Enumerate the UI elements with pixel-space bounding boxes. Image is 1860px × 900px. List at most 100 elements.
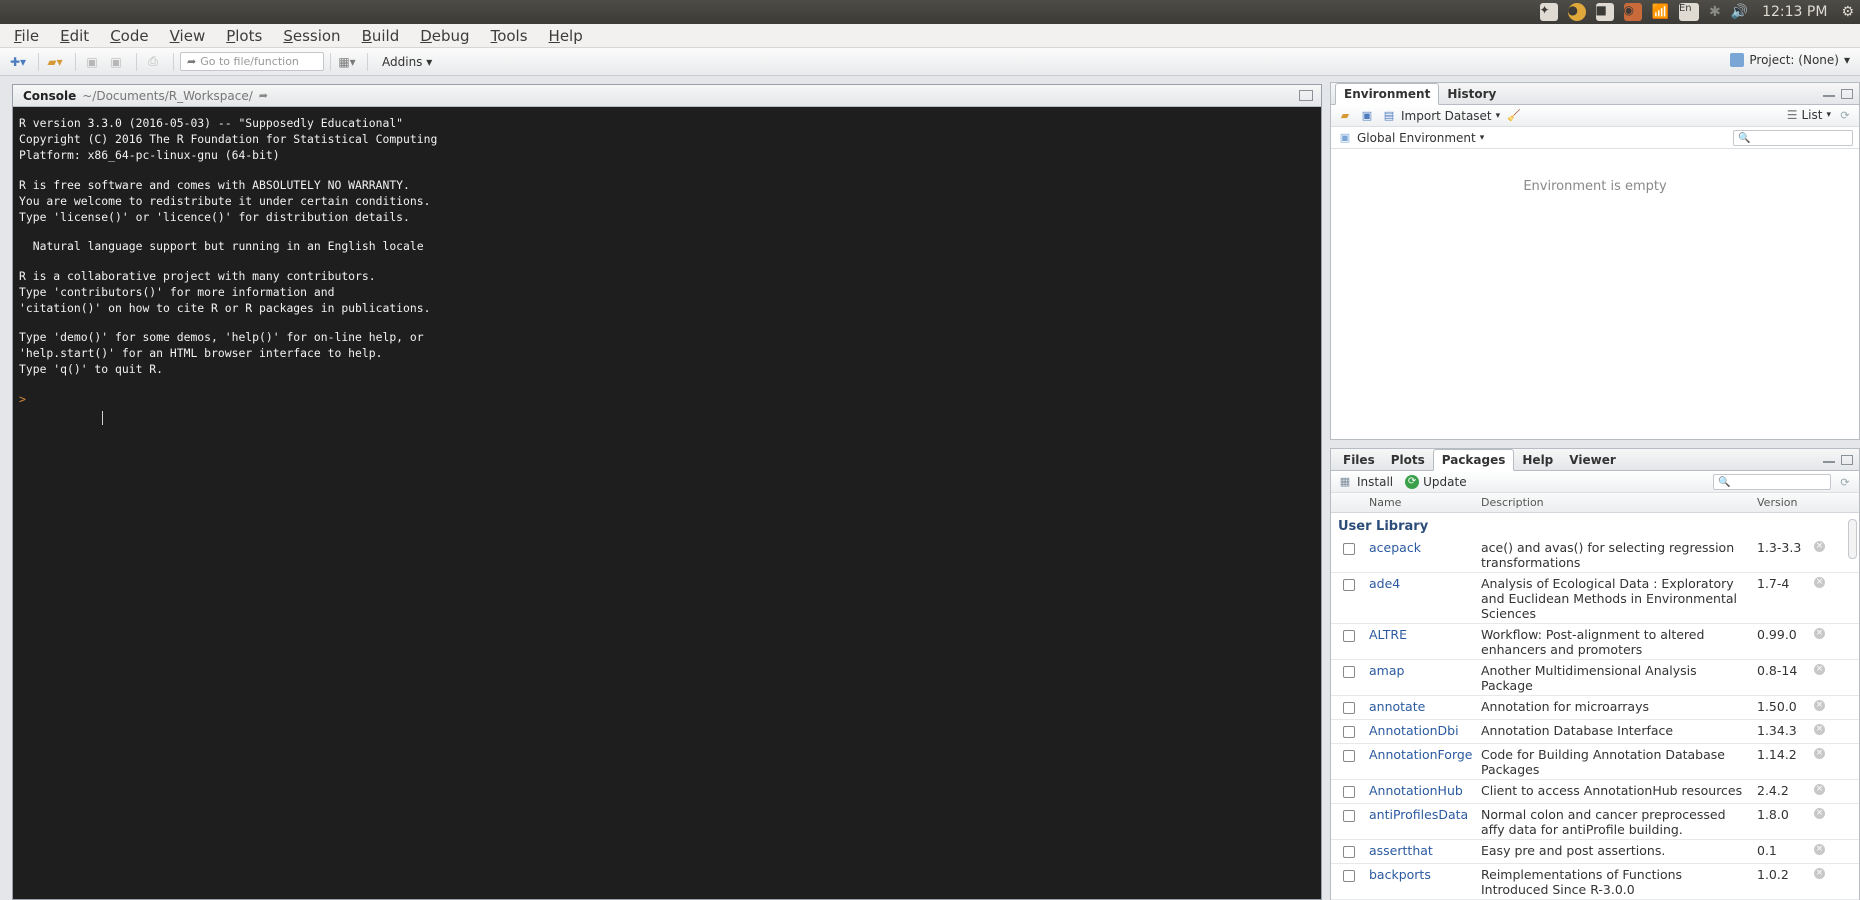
- menu-build[interactable]: Build: [362, 27, 400, 45]
- menu-help[interactable]: Help: [549, 27, 583, 45]
- save-icon[interactable]: ▣: [82, 53, 102, 71]
- go-to-file-input[interactable]: ➦ Go to file/function: [180, 52, 324, 71]
- package-description: Annotation Database Interface: [1481, 723, 1674, 738]
- update-button[interactable]: ⟳ Update: [1405, 474, 1467, 489]
- go-to-arrow-icon: ➦: [187, 55, 197, 68]
- remove-package-icon[interactable]: ×: [1814, 868, 1825, 879]
- list-view-button[interactable]: ☰ List ▾: [1787, 108, 1831, 122]
- package-name-link[interactable]: backports: [1369, 867, 1431, 882]
- go-to-directory-icon[interactable]: ➦: [259, 89, 268, 102]
- clock[interactable]: 12:13 PM: [1758, 4, 1831, 20]
- tab-viewer[interactable]: Viewer: [1561, 450, 1623, 470]
- remove-package-icon[interactable]: ×: [1814, 577, 1825, 588]
- remove-package-icon[interactable]: ×: [1814, 541, 1825, 552]
- menu-code[interactable]: Code: [110, 27, 148, 45]
- pane-layout-icon[interactable]: ▦▾: [337, 53, 357, 71]
- package-name-link[interactable]: annotate: [1369, 699, 1425, 714]
- import-dataset-button[interactable]: ▤ Import Dataset ▾: [1381, 109, 1500, 123]
- tab-environment[interactable]: Environment: [1335, 83, 1440, 105]
- menu-edit[interactable]: Edit: [60, 27, 89, 45]
- package-checkbox[interactable]: [1343, 786, 1355, 798]
- dropbox-icon[interactable]: ✦: [1539, 3, 1558, 21]
- console-output[interactable]: R version 3.3.0 (2016-05-03) -- "Suppose…: [13, 107, 1321, 415]
- console-prompt[interactable]: >: [19, 391, 1315, 407]
- remove-package-icon[interactable]: ×: [1814, 748, 1825, 759]
- refresh-icon[interactable]: ⟳: [1837, 475, 1853, 489]
- tab-help[interactable]: Help: [1514, 450, 1561, 470]
- tab-history[interactable]: History: [1439, 84, 1504, 104]
- save-workspace-icon[interactable]: ▣: [1359, 109, 1375, 123]
- volume-icon[interactable]: 🔊: [1731, 4, 1748, 20]
- package-checkbox[interactable]: [1343, 630, 1355, 642]
- menu-debug[interactable]: Debug: [420, 27, 469, 45]
- remove-package-icon[interactable]: ×: [1814, 664, 1825, 675]
- refresh-icon[interactable]: ⟳: [1837, 108, 1853, 122]
- menu-plots[interactable]: Plots: [226, 27, 262, 45]
- tab-plots[interactable]: Plots: [1383, 450, 1433, 470]
- column-name[interactable]: Name: [1369, 496, 1401, 509]
- chrome-icon[interactable]: ●: [1567, 3, 1586, 21]
- packages-scrollbar[interactable]: [1848, 519, 1857, 559]
- package-checkbox[interactable]: [1343, 870, 1355, 882]
- maximize-icon[interactable]: [1841, 455, 1853, 465]
- menu-tools[interactable]: Tools: [491, 27, 528, 45]
- maximize-icon[interactable]: [1299, 90, 1313, 101]
- settings-gear-icon[interactable]: ⚙: [1841, 4, 1854, 20]
- package-name-link[interactable]: ALTRE: [1369, 627, 1407, 642]
- global-environment-dropdown[interactable]: ▣ Global Environment ▾: [1337, 131, 1484, 145]
- package-checkbox[interactable]: [1343, 702, 1355, 714]
- remove-package-icon[interactable]: ×: [1814, 784, 1825, 795]
- minimize-icon[interactable]: [1823, 461, 1835, 463]
- save-all-icon[interactable]: ▣: [106, 53, 126, 71]
- menu-view[interactable]: View: [170, 27, 206, 45]
- keyboard-language-indicator[interactable]: En: [1678, 3, 1699, 21]
- app-indicator-icon[interactable]: ◉: [1623, 3, 1642, 21]
- install-button[interactable]: ▦ Install: [1337, 475, 1393, 489]
- clear-broom-icon[interactable]: 🧹: [1506, 109, 1522, 123]
- package-checkbox[interactable]: [1343, 810, 1355, 822]
- open-file-icon[interactable]: ▰▾: [45, 53, 65, 71]
- packages-search-input[interactable]: 🔍: [1713, 474, 1831, 490]
- package-checkbox[interactable]: [1343, 846, 1355, 858]
- package-name-link[interactable]: ade4: [1369, 576, 1400, 591]
- tab-files[interactable]: Files: [1335, 450, 1383, 470]
- package-name-link[interactable]: assertthat: [1369, 843, 1433, 858]
- package-checkbox[interactable]: [1343, 726, 1355, 738]
- package-name-link[interactable]: AnnotationDbi: [1369, 723, 1459, 738]
- package-checkbox[interactable]: [1343, 666, 1355, 678]
- package-checkbox[interactable]: [1343, 750, 1355, 762]
- addins-menu[interactable]: Addins ▾: [382, 55, 432, 69]
- remove-package-icon[interactable]: ×: [1814, 724, 1825, 735]
- menu-session[interactable]: Session: [283, 27, 340, 45]
- vertical-splitter[interactable]: [1322, 84, 1330, 900]
- project-menu[interactable]: Project: (None) ▾: [1730, 53, 1850, 67]
- console-tab[interactable]: Console: [23, 89, 76, 103]
- package-name-link[interactable]: acepack: [1369, 540, 1421, 555]
- package-name-link[interactable]: antiProfilesData: [1369, 807, 1468, 822]
- print-icon[interactable]: ⎙: [143, 53, 163, 71]
- column-description[interactable]: Description: [1481, 496, 1544, 509]
- package-name-link[interactable]: AnnotationHub: [1369, 783, 1463, 798]
- remove-package-icon[interactable]: ×: [1814, 628, 1825, 639]
- package-name-link[interactable]: AnnotationForge: [1369, 747, 1473, 762]
- horizontal-splitter[interactable]: [1330, 440, 1860, 448]
- screen-recorder-icon[interactable]: ■: [1595, 3, 1614, 21]
- package-checkbox[interactable]: [1343, 579, 1355, 591]
- remove-package-icon[interactable]: ×: [1814, 844, 1825, 855]
- tab-packages[interactable]: Packages: [1432, 449, 1515, 471]
- bluetooth-icon[interactable]: ✱: [1709, 4, 1721, 20]
- package-checkbox[interactable]: [1343, 543, 1355, 555]
- new-file-icon[interactable]: ✚▾: [8, 53, 28, 71]
- minimize-icon[interactable]: [1823, 95, 1835, 97]
- maximize-icon[interactable]: [1841, 89, 1853, 99]
- environment-search-input[interactable]: 🔍: [1733, 130, 1853, 146]
- remove-package-icon[interactable]: ×: [1814, 700, 1825, 711]
- load-workspace-icon[interactable]: ▰: [1337, 109, 1353, 123]
- package-description: Easy pre and post assertions.: [1481, 843, 1666, 858]
- wifi-icon[interactable]: 📶: [1652, 4, 1669, 20]
- package-name-link[interactable]: amap: [1369, 663, 1404, 678]
- column-version[interactable]: Version: [1757, 496, 1797, 509]
- menu-file[interactable]: File: [14, 27, 39, 45]
- environment-tabs: Environment History: [1331, 83, 1859, 105]
- remove-package-icon[interactable]: ×: [1814, 808, 1825, 819]
